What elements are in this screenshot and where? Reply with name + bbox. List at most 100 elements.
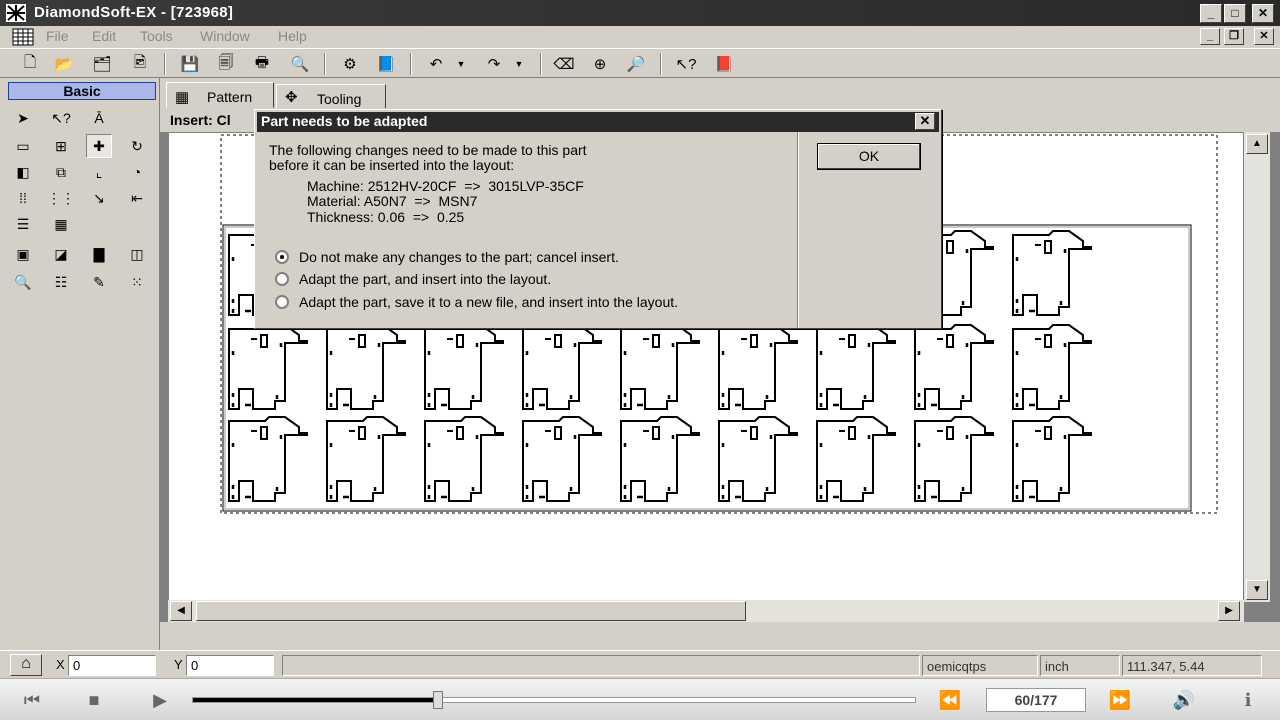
book-icon[interactable]: 📘 <box>374 53 398 75</box>
menu-help[interactable]: Help <box>278 28 307 44</box>
properties-icon[interactable]: ⚙ <box>338 53 362 75</box>
basic-tools-header[interactable]: Basic <box>8 82 156 100</box>
menu-file[interactable]: File <box>46 28 69 44</box>
horizontal-scrollbar[interactable]: ◀ ▶ <box>168 600 1244 622</box>
nested-part[interactable] <box>717 323 799 411</box>
save-all-icon[interactable]: 🗐 <box>214 53 238 75</box>
minimize-button[interactable]: _ <box>1200 4 1222 23</box>
redo-icon[interactable]: ↷ <box>482 53 506 75</box>
query-icon[interactable]: ↖? <box>48 106 74 130</box>
option-adapt-radio[interactable] <box>275 272 289 286</box>
eraser-icon[interactable]: ⌫ <box>552 53 576 75</box>
zoom-icon[interactable]: 🔎 <box>624 53 648 75</box>
progress-track[interactable] <box>192 691 916 709</box>
layers-icon[interactable]: ☰ <box>10 212 36 236</box>
volume-icon[interactable]: 🔊 <box>1164 687 1204 713</box>
overlap-icon[interactable]: ◫ <box>124 242 150 266</box>
nested-part[interactable] <box>619 323 701 411</box>
dialog-close-icon[interactable]: ✕ <box>915 113 935 130</box>
tab-tooling[interactable]: ✥ Tooling <box>276 84 386 110</box>
nested-part[interactable] <box>1011 229 1093 317</box>
fast-forward-icon[interactable]: ⏩ <box>1100 687 1140 713</box>
undo-icon[interactable]: ↶ <box>424 53 448 75</box>
nested-part[interactable] <box>913 415 995 503</box>
menu-tools[interactable]: Tools <box>140 28 173 44</box>
nested-part[interactable] <box>913 323 995 411</box>
save-icon[interactable]: 💾 <box>178 53 202 75</box>
dot-grid-icon[interactable]: ⁙ <box>124 270 150 294</box>
rectangle-icon[interactable]: ▭ <box>10 134 36 158</box>
nested-part[interactable] <box>1011 415 1093 503</box>
play-icon[interactable]: ▶ <box>142 687 178 713</box>
nested-part[interactable] <box>423 323 505 411</box>
vertical-scrollbar[interactable]: ▲ ▼ <box>1244 132 1270 602</box>
nested-part[interactable] <box>227 323 309 411</box>
skip-back-icon[interactable]: ⏮ <box>14 687 50 713</box>
scroll-left-icon[interactable]: ◀ <box>170 601 192 621</box>
maximize-button[interactable]: □ <box>1224 4 1246 23</box>
ok-button[interactable]: OK <box>817 143 921 170</box>
nested-part[interactable] <box>815 323 897 411</box>
option-cancel-label[interactable]: Do not make any changes to the part; can… <box>299 249 619 265</box>
block-icon[interactable]: ▇ <box>86 242 112 266</box>
frame-icon[interactable]: ▣ <box>10 242 36 266</box>
option-adapt-save-radio[interactable] <box>275 295 289 309</box>
insert-cross-icon[interactable]: ✚ <box>86 134 112 158</box>
nested-part[interactable] <box>521 415 603 503</box>
tab-pattern[interactable]: ▦ Pattern <box>166 82 274 108</box>
select-arrow-icon[interactable]: ➤ <box>10 106 36 130</box>
nested-part[interactable] <box>423 415 505 503</box>
nested-part[interactable] <box>325 323 407 411</box>
nested-part[interactable] <box>325 415 407 503</box>
print-preview-icon[interactable]: 🔍 <box>288 53 312 75</box>
copy-part-icon[interactable]: ⧉ <box>48 160 74 184</box>
mdi-close-button[interactable]: ✕ <box>1254 28 1274 45</box>
grid-insert-icon[interactable]: ⊞ <box>48 134 74 158</box>
scroll-right-icon[interactable]: ▶ <box>1218 601 1240 621</box>
align-icon[interactable]: ⋮⋮ <box>47 186 75 210</box>
manual-icon[interactable]: 📕 <box>712 53 736 75</box>
context-help-icon[interactable]: ↖? <box>674 53 698 75</box>
nested-part[interactable] <box>521 323 603 411</box>
nested-part[interactable] <box>619 415 701 503</box>
y-coordinate-field[interactable]: 0 <box>186 655 274 676</box>
path-icon[interactable]: ↘ <box>86 186 112 210</box>
print-icon[interactable]: 🖶 <box>250 53 274 75</box>
mirror-icon[interactable]: ◧ <box>10 160 36 184</box>
document-grid-icon[interactable] <box>12 28 34 46</box>
rotate-icon[interactable]: ↻ <box>124 134 150 158</box>
nest-grid-icon[interactable]: ▦ <box>48 212 74 236</box>
dimension-icon[interactable]: ⇤ <box>124 186 150 210</box>
undo-dropdown-icon[interactable]: ▼ <box>454 53 468 75</box>
home-icon[interactable]: ⌂ <box>10 654 42 676</box>
open-folder-icon[interactable]: 📂 <box>52 53 76 75</box>
magnify-icon[interactable]: 🔍 <box>10 270 36 294</box>
nested-part[interactable] <box>1011 323 1093 411</box>
corner-icon[interactable]: ⌞ <box>86 160 112 184</box>
menu-edit[interactable]: Edit <box>92 28 116 44</box>
stop-icon[interactable]: ■ <box>76 687 112 713</box>
slope-icon[interactable]: ◪ <box>48 242 74 266</box>
horizontal-scroll-thumb[interactable] <box>196 601 746 621</box>
option-cancel-radio[interactable] <box>275 250 289 264</box>
array-icon[interactable]: ⁞⁞ <box>10 186 36 210</box>
close-button[interactable]: ✕ <box>1252 4 1274 23</box>
progress-thumb[interactable] <box>432 691 443 709</box>
scroll-down-icon[interactable]: ▼ <box>1246 580 1268 600</box>
nested-part[interactable] <box>815 415 897 503</box>
zoom-window-icon[interactable]: ⊕ <box>588 53 612 75</box>
measure-icon[interactable]: ✎ <box>86 270 112 294</box>
menu-window[interactable]: Window <box>200 28 250 44</box>
arc-icon[interactable]: ◔ <box>124 160 150 184</box>
info-icon[interactable]: i <box>1228 687 1268 713</box>
text-tool-icon[interactable]: Ā <box>86 106 112 130</box>
nested-part[interactable] <box>717 415 799 503</box>
new-file-icon[interactable]: 🗋 <box>18 53 42 75</box>
preview-icon[interactable]: 🖻 <box>128 53 152 75</box>
option-adapt-save-label[interactable]: Adapt the part, save it to a new file, a… <box>299 294 678 310</box>
frame-counter[interactable]: 60/177 <box>986 688 1086 712</box>
list-icon[interactable]: ☷ <box>48 270 74 294</box>
redo-dropdown-icon[interactable]: ▼ <box>512 53 526 75</box>
x-coordinate-field[interactable]: 0 <box>68 655 156 676</box>
rewind-icon[interactable]: ⏪ <box>930 687 970 713</box>
